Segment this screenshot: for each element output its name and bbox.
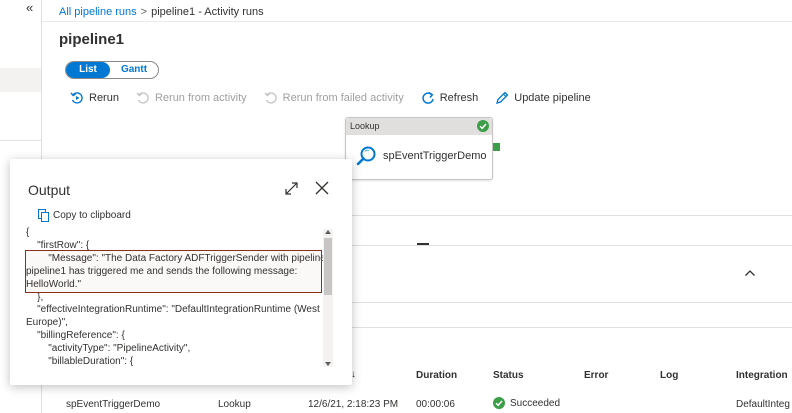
header-divider [42, 21, 792, 22]
json-line: { [26, 227, 30, 238]
lookup-magnifier-icon [356, 146, 376, 166]
status-cell: Succeeded [493, 397, 560, 409]
rerun-button[interactable]: Rerun [70, 91, 119, 105]
json-line: "effectiveIntegrationRuntime": "DefaultI… [26, 304, 320, 316]
run-start-cell: 12/6/21, 2:18:23 PM [308, 399, 399, 410]
json-line: "billableDuration": { [26, 356, 134, 367]
column-header-integration[interactable]: Integration [736, 370, 788, 381]
view-toggle: List Gantt [65, 61, 159, 79]
output-panel: Output Copy to clipboard { "firstRow": {… [10, 159, 352, 385]
update-pipeline-label: Update pipeline [514, 92, 591, 104]
refresh-label: Refresh [439, 92, 479, 104]
canvas-divider [350, 215, 792, 216]
section-divider-2 [350, 302, 792, 303]
toolbar: Rerun Rerun from activity Rerun from fai… [70, 89, 608, 107]
rerun-from-failed-activity-button[interactable]: Rerun from failed activity [264, 91, 404, 105]
column-header-status[interactable]: Status [493, 370, 524, 381]
close-icon[interactable] [315, 181, 329, 195]
copy-to-clipboard-label: Copy to clipboard [53, 210, 131, 221]
chevron-up-icon[interactable] [744, 268, 756, 278]
scrollbar-thumb[interactable] [324, 238, 332, 295]
refresh-button[interactable]: Refresh [421, 91, 479, 105]
list-view-button[interactable]: List [66, 62, 110, 78]
left-rail-selected-item[interactable] [0, 68, 41, 92]
gantt-view-button[interactable]: Gantt [110, 62, 158, 78]
column-header-error[interactable]: Error [584, 370, 608, 381]
json-line: "billingReference": { [26, 330, 125, 342]
lookup-activity-node[interactable]: Lookup spEventTriggerDemo [345, 117, 493, 180]
page-title: pipeline1 [59, 31, 125, 48]
message-highlight-box [25, 250, 322, 293]
activity-runs-page: « All pipeline runs > pipeline1 - Activity… [0, 0, 792, 413]
json-line: "activityType": "PipelineActivity", [26, 343, 191, 355]
scroll-down-arrow-icon[interactable] [325, 362, 331, 366]
rerun-from-activity-icon [136, 92, 149, 104]
breadcrumb-current: pipeline1 - Activity runs [151, 6, 264, 18]
rerun-from-activity-button[interactable]: Rerun from activity [136, 91, 247, 105]
duration-cell: 00:00:06 [416, 399, 455, 410]
status-text: Succeeded [510, 397, 561, 409]
expand-icon[interactable] [284, 181, 299, 196]
output-scrollbar[interactable] [323, 229, 333, 367]
activity-name: spEventTriggerDemo [383, 150, 487, 162]
rerun-label: Rerun [89, 92, 119, 104]
refresh-icon [422, 91, 434, 104]
success-output-port[interactable] [493, 143, 500, 151]
output-json: { "firstRow": { "Message": "The Data Fac… [26, 227, 332, 367]
integration-runtime-cell: DefaultInteg [736, 399, 790, 410]
success-check-icon [477, 120, 489, 132]
column-header-log[interactable]: Log [660, 370, 678, 381]
scroll-up-arrow-icon[interactable] [325, 230, 331, 234]
section-divider [350, 245, 792, 246]
copy-to-clipboard-button[interactable]: Copy to clipboard [38, 209, 131, 222]
rerun-from-activity-label: Rerun from activity [154, 92, 247, 104]
activity-type-cell: Lookup [218, 399, 251, 410]
column-header-duration[interactable]: Duration [416, 370, 457, 381]
update-pipeline-button[interactable]: Update pipeline [495, 91, 591, 105]
succeeded-icon [493, 397, 505, 409]
json-line: }, [26, 291, 44, 303]
breadcrumb: All pipeline runs > pipeline1 - Activity r… [59, 5, 264, 19]
copy-icon [38, 209, 49, 222]
section-divider-3 [350, 327, 792, 328]
rerun-from-failed-activity-icon [264, 92, 277, 104]
output-panel-title: Output [28, 182, 71, 198]
breadcrumb-all-pipeline-runs[interactable]: All pipeline runs [59, 6, 137, 18]
rerun-from-failed-activity-label: Rerun from failed activity [282, 92, 404, 104]
left-rail-divider [0, 140, 41, 141]
collapse-chevron-icon[interactable]: « [26, 1, 33, 15]
activity-node-body: spEventTriggerDemo [356, 145, 487, 167]
activity-name-cell[interactable]: spEventTriggerDemo [66, 399, 160, 410]
activity-type-label: Lookup [346, 118, 492, 135]
breadcrumb-separator: > [140, 6, 148, 18]
json-line: Europe)", [26, 317, 68, 329]
pencil-icon [496, 91, 509, 104]
rerun-icon [70, 92, 83, 104]
